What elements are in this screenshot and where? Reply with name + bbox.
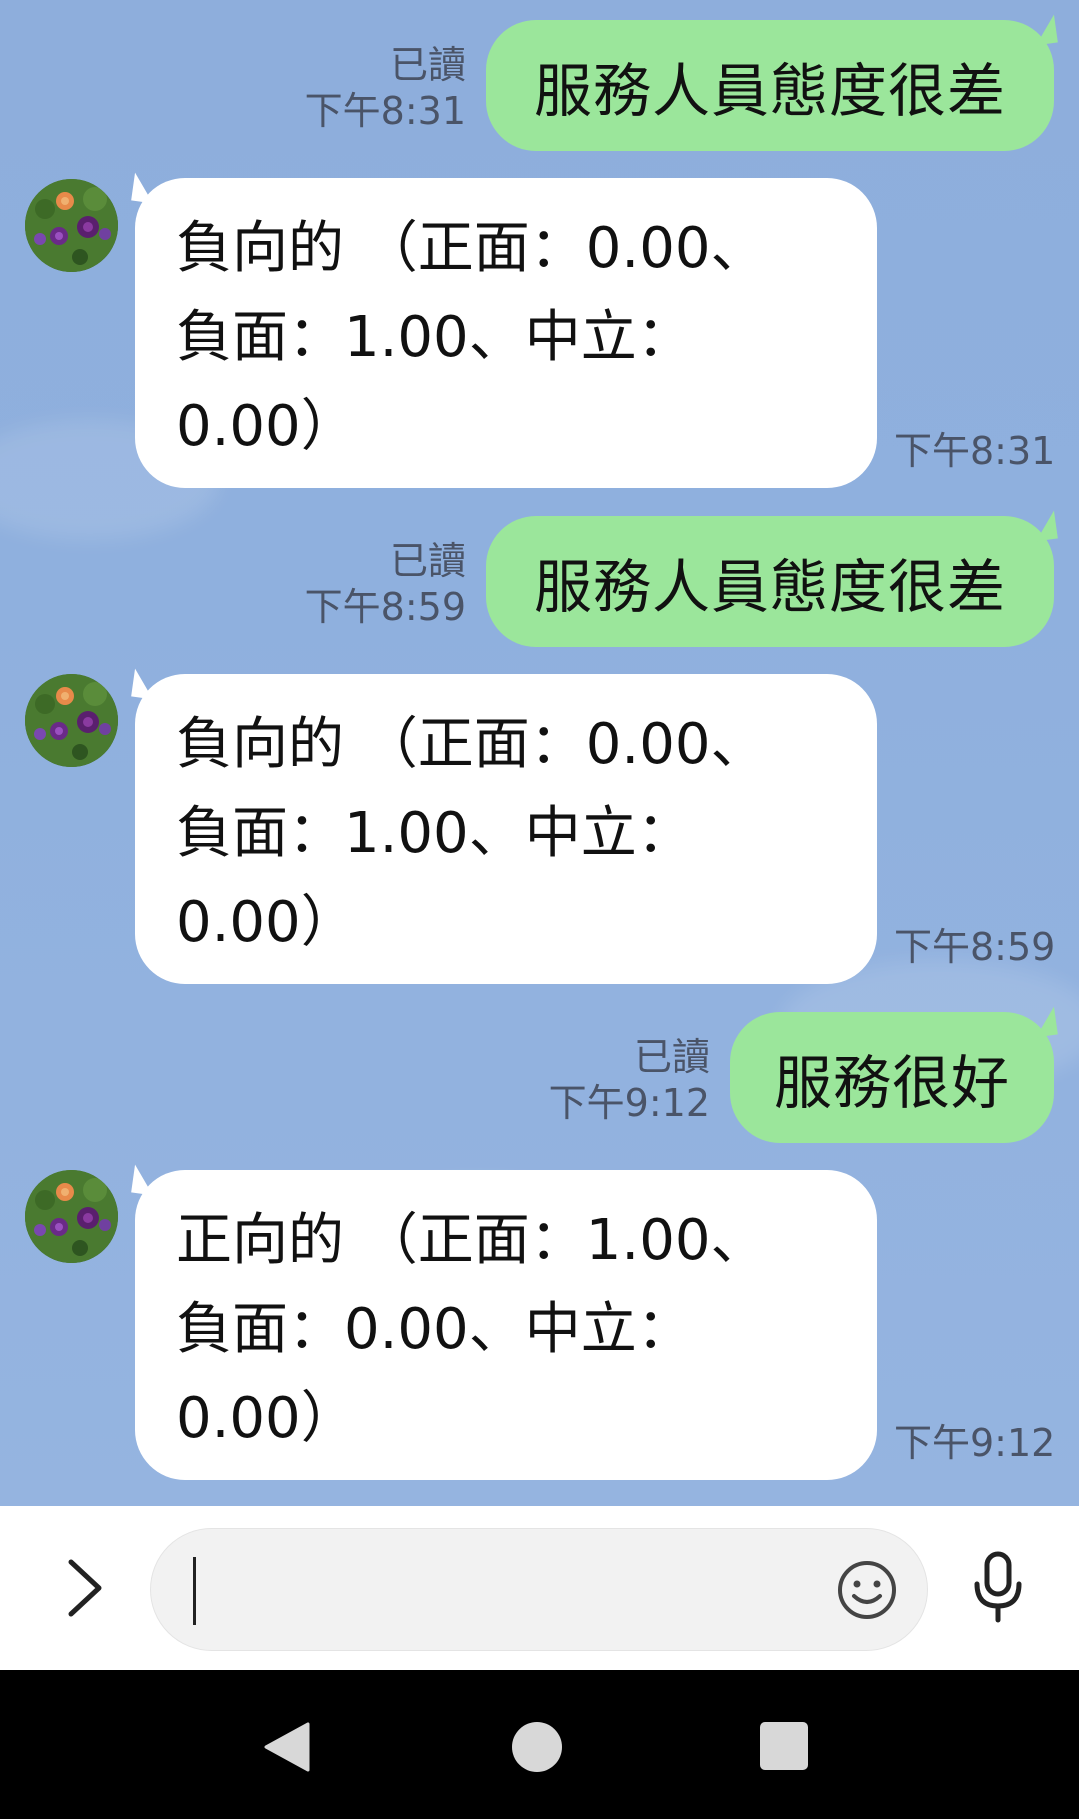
message-line: 0.00） [176, 1386, 357, 1451]
message-line: 正向的 （正面：1.00、 [176, 1208, 767, 1273]
avatar[interactable] [25, 674, 118, 767]
sent-message-bubble[interactable]: 服務人員態度很差 [486, 20, 1054, 151]
received-message-bubble[interactable]: 負向的 （正面：0.00、 負面：1.00、中立： 0.00） [135, 674, 877, 984]
received-message-bubble[interactable]: 正向的 （正面：1.00、 負面：0.00、中立： 0.00） [135, 1170, 877, 1480]
message-input[interactable] [150, 1528, 928, 1651]
message-input-bar [0, 1506, 1079, 1670]
received-message-bubble[interactable]: 負向的 （正面：0.00、 負面：1.00、中立： 0.00） [135, 178, 877, 488]
message-line: 負面：0.00、中立： [176, 1297, 693, 1362]
home-button[interactable] [512, 1722, 562, 1772]
smiley-icon [838, 1561, 896, 1619]
chevron-right-icon [68, 1559, 102, 1617]
message-time: 下午8:59 [894, 925, 1056, 969]
message-line: 0.00） [176, 394, 357, 459]
voice-button[interactable] [968, 1548, 1028, 1628]
message-meta: 已讀 下午9:12 [549, 1034, 710, 1126]
message-line: 0.00） [176, 890, 357, 955]
message-text: 服務很好 [773, 1048, 1010, 1117]
message-meta: 已讀 下午8:59 [305, 538, 466, 630]
message-time: 下午8:31 [304, 89, 466, 133]
message-time: 下午8:59 [304, 585, 466, 629]
navigation-bar [0, 1670, 1079, 1819]
microphone-icon [974, 1551, 1022, 1623]
message-text: 服務人員態度很差 [533, 552, 1006, 621]
flower-avatar-icon [25, 179, 118, 272]
flower-avatar-icon [25, 1170, 118, 1263]
back-button[interactable] [262, 1722, 312, 1772]
emoji-button[interactable] [837, 1560, 897, 1620]
sent-message-bubble[interactable]: 服務很好 [730, 1012, 1054, 1143]
back-triangle-icon [264, 1722, 310, 1772]
message-time: 下午8:31 [894, 429, 1056, 473]
message-line: 負面：1.00、中立： [176, 305, 693, 370]
message-time: 下午9:12 [548, 1081, 710, 1125]
avatar[interactable] [25, 1170, 118, 1263]
text-caret [193, 1557, 196, 1625]
message-time: 下午9:12 [894, 1421, 1056, 1465]
flower-avatar-icon [25, 674, 118, 767]
recent-apps-button[interactable] [760, 1722, 808, 1770]
expand-button[interactable] [55, 1548, 115, 1628]
sent-message-bubble[interactable]: 服務人員態度很差 [486, 516, 1054, 647]
avatar[interactable] [25, 179, 118, 272]
read-status: 已讀 [633, 1035, 710, 1079]
message-line: 負向的 （正面：0.00、 [176, 216, 767, 281]
message-meta: 已讀 下午8:31 [305, 42, 466, 134]
message-line: 負向的 （正面：0.00、 [176, 712, 767, 777]
read-status: 已讀 [389, 43, 466, 87]
chat-area[interactable]: 已讀 下午8:31 服務人員態度很差 負向的 （正面：0.00、 負面：1.00… [0, 0, 1079, 1506]
message-text: 服務人員態度很差 [533, 56, 1006, 125]
message-line: 負面：1.00、中立： [176, 801, 693, 866]
read-status: 已讀 [389, 539, 466, 583]
